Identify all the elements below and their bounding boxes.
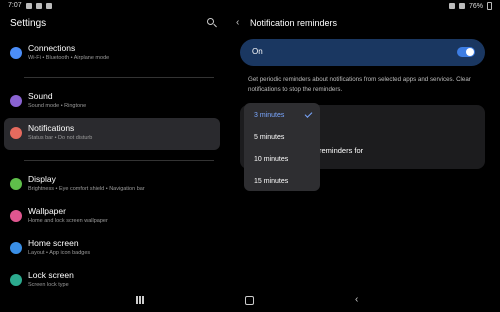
recents-icon[interactable] xyxy=(136,296,145,304)
settings-item-connections[interactable]: Connections Wi-Fi • Bluetooth • Airplane… xyxy=(4,38,220,70)
settings-item-subtitle: Sound mode • Ringtone xyxy=(28,103,87,109)
battery-percent: 76% xyxy=(468,2,483,10)
settings-item-title: Connections xyxy=(28,43,76,53)
settings-item-subtitle: Layout • App icon badges xyxy=(28,250,91,256)
settings-item-subtitle: Wi-Fi • Bluetooth • Airplane mode xyxy=(28,55,110,61)
dropdown-option-15-minutes[interactable]: 15 minutes xyxy=(254,178,288,185)
notification-reminders-pane: ‹ Notification reminders On Get periodic… xyxy=(230,12,500,290)
settings-item-subtitle: Screen lock type xyxy=(28,282,69,288)
settings-item-notifications[interactable]: Notifications Status bar • Do not distur… xyxy=(4,118,220,150)
status-bar: 7:07 76% xyxy=(0,0,500,12)
dropdown-option-10-minutes[interactable]: 10 minutes xyxy=(254,156,288,163)
toggle-label: On xyxy=(252,47,263,56)
on-off-switch[interactable] xyxy=(457,47,475,57)
settings-item-title: Home screen xyxy=(28,238,79,248)
settings-item-display[interactable]: Display Brightness • Eye comfort shield … xyxy=(4,169,220,201)
settings-item-wallpaper[interactable]: Wallpaper Home and lock screen wallpaper xyxy=(4,201,220,233)
settings-item-home-screen[interactable]: Home screen Layout • App icon badges xyxy=(4,233,220,265)
page-title: Settings xyxy=(10,18,47,29)
settings-list-pane: Settings Connections Wi-Fi • Bluetooth •… xyxy=(0,12,230,290)
bell-icon xyxy=(10,127,22,139)
search-icon[interactable] xyxy=(206,17,218,29)
google-icon xyxy=(45,2,52,9)
description-text: Get periodic reminders about notificatio… xyxy=(248,76,471,93)
page-title: Notification reminders xyxy=(250,18,338,28)
divider xyxy=(24,77,214,78)
settings-item-subtitle: Status bar • Do not disturb xyxy=(28,135,93,141)
dropdown-option-3-minutes[interactable]: 3 minutes xyxy=(254,112,284,119)
settings-item-title: Sound xyxy=(28,91,53,101)
alarm-icon xyxy=(448,3,455,9)
sun-icon xyxy=(10,178,22,190)
notification-icon xyxy=(35,2,42,9)
image-icon xyxy=(10,210,22,222)
home-button-icon[interactable] xyxy=(245,296,254,305)
settings-item-title: Wallpaper xyxy=(28,206,66,216)
dropdown-option-5-minutes[interactable]: 5 minutes xyxy=(254,134,284,141)
checkmark-icon xyxy=(304,110,313,118)
battery-icon xyxy=(487,2,492,10)
navigation-bar: ‹ xyxy=(0,290,500,312)
settings-item-title: Display xyxy=(28,174,56,184)
clock: 7:07 xyxy=(8,2,22,9)
lock-icon xyxy=(10,274,22,286)
speaker-icon xyxy=(10,95,22,107)
home-icon xyxy=(10,242,22,254)
wifi-status-icon xyxy=(458,3,465,9)
notification-icon xyxy=(25,2,32,9)
settings-item-title: Notifications xyxy=(28,123,75,133)
back-icon[interactable]: ‹ xyxy=(355,295,358,305)
wifi-icon xyxy=(10,47,22,59)
master-toggle-card[interactable]: On xyxy=(240,39,485,66)
settings-item-subtitle: Brightness • Eye comfort shield • Naviga… xyxy=(28,186,145,192)
reminders-for-label: reminders for xyxy=(319,146,364,155)
settings-item-sound[interactable]: Sound Sound mode • Ringtone xyxy=(4,86,220,118)
reminder-interval-dropdown: 3 minutes 5 minutes 10 minutes 15 minute… xyxy=(244,103,320,191)
back-arrow-icon[interactable]: ‹ xyxy=(236,18,246,28)
settings-item-subtitle: Home and lock screen wallpaper xyxy=(28,218,108,224)
divider xyxy=(24,160,214,161)
settings-item-title: Lock screen xyxy=(28,270,74,280)
